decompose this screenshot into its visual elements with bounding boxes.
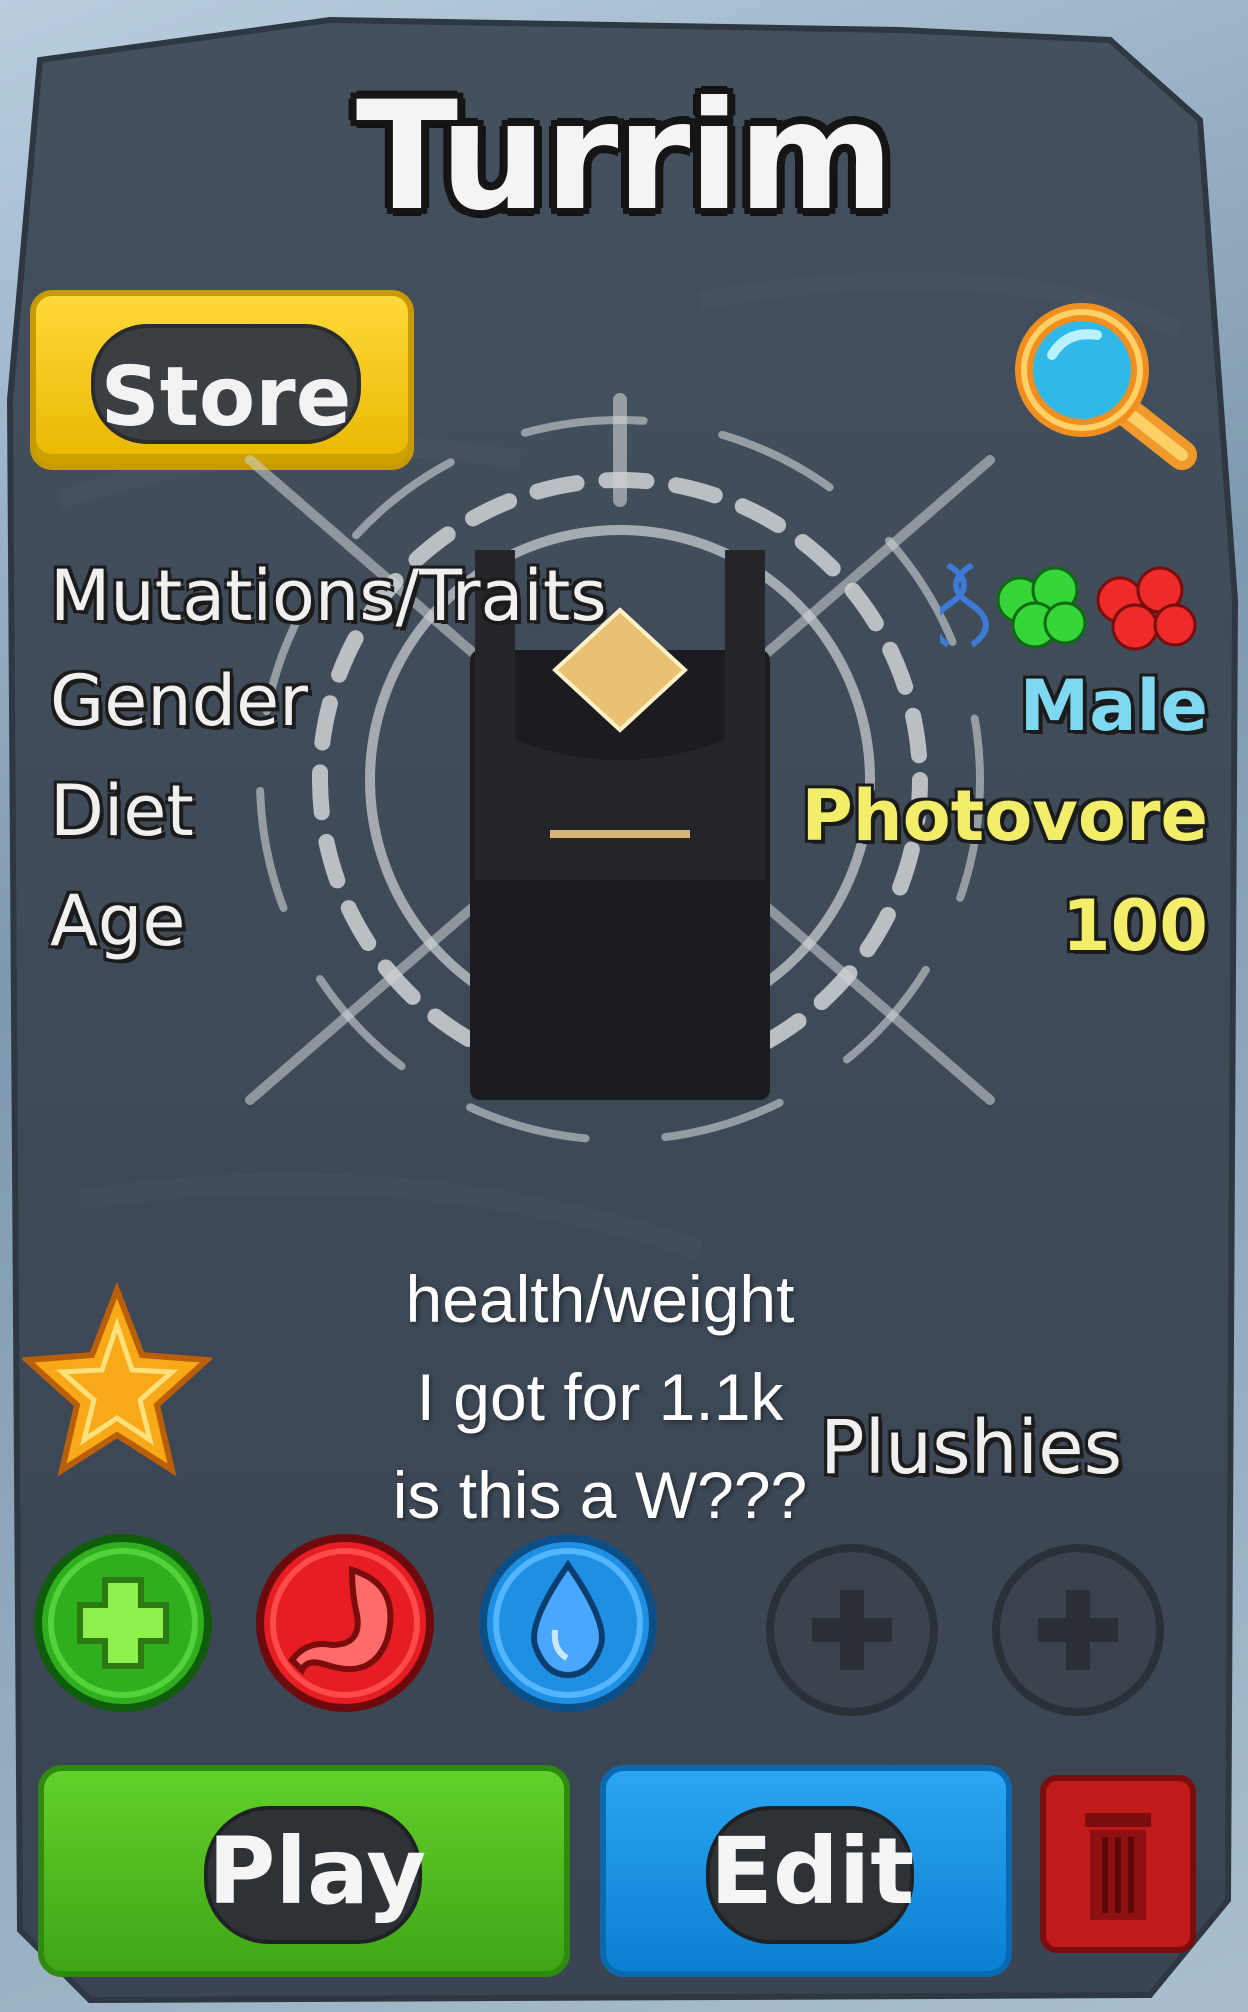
gender-value: Male xyxy=(1019,665,1208,747)
diet-label: Diet xyxy=(50,770,194,852)
thirst-icon[interactable] xyxy=(475,1530,661,1716)
health-icon[interactable] xyxy=(30,1530,216,1716)
caption-line-1: health/weight xyxy=(405,1262,795,1336)
mutation-icons[interactable] xyxy=(940,555,1210,655)
caption-line-2: I got for 1.1k xyxy=(416,1360,784,1434)
dna-icon xyxy=(940,562,989,648)
mutations-traits-label: Mutations/Traits xyxy=(50,555,607,637)
edit-button-inner: Edit xyxy=(706,1806,914,1944)
play-button-inner: Play xyxy=(204,1806,427,1944)
diet-value: Photovore xyxy=(801,775,1209,857)
age-label: Age xyxy=(50,880,186,962)
creature-name: Turrim xyxy=(355,70,894,244)
hunger-icon[interactable] xyxy=(252,1530,438,1716)
red-mutation-icon xyxy=(1096,566,1197,651)
plushies-label: Plushies xyxy=(820,1405,1123,1491)
edit-button[interactable]: Edit xyxy=(600,1765,1012,1977)
add-plush-slot-1[interactable] xyxy=(762,1540,942,1720)
age-value: 100 xyxy=(1061,885,1208,967)
delete-button[interactable] xyxy=(1040,1775,1196,1953)
green-mutation-icon xyxy=(996,566,1087,649)
gender-label: Gender xyxy=(50,660,308,742)
play-button-label: Play xyxy=(208,1818,427,1925)
caption-overlay: health/weight I got for 1.1k is this a W… xyxy=(330,1250,870,1544)
favorite-star-icon[interactable] xyxy=(22,1280,212,1480)
play-button[interactable]: Play xyxy=(38,1765,570,1977)
creature-card: Turrim Store Mutations/Traits Gender Mal… xyxy=(0,0,1248,2012)
add-plush-slot-2[interactable] xyxy=(988,1540,1168,1720)
edit-button-label: Edit xyxy=(710,1818,915,1925)
